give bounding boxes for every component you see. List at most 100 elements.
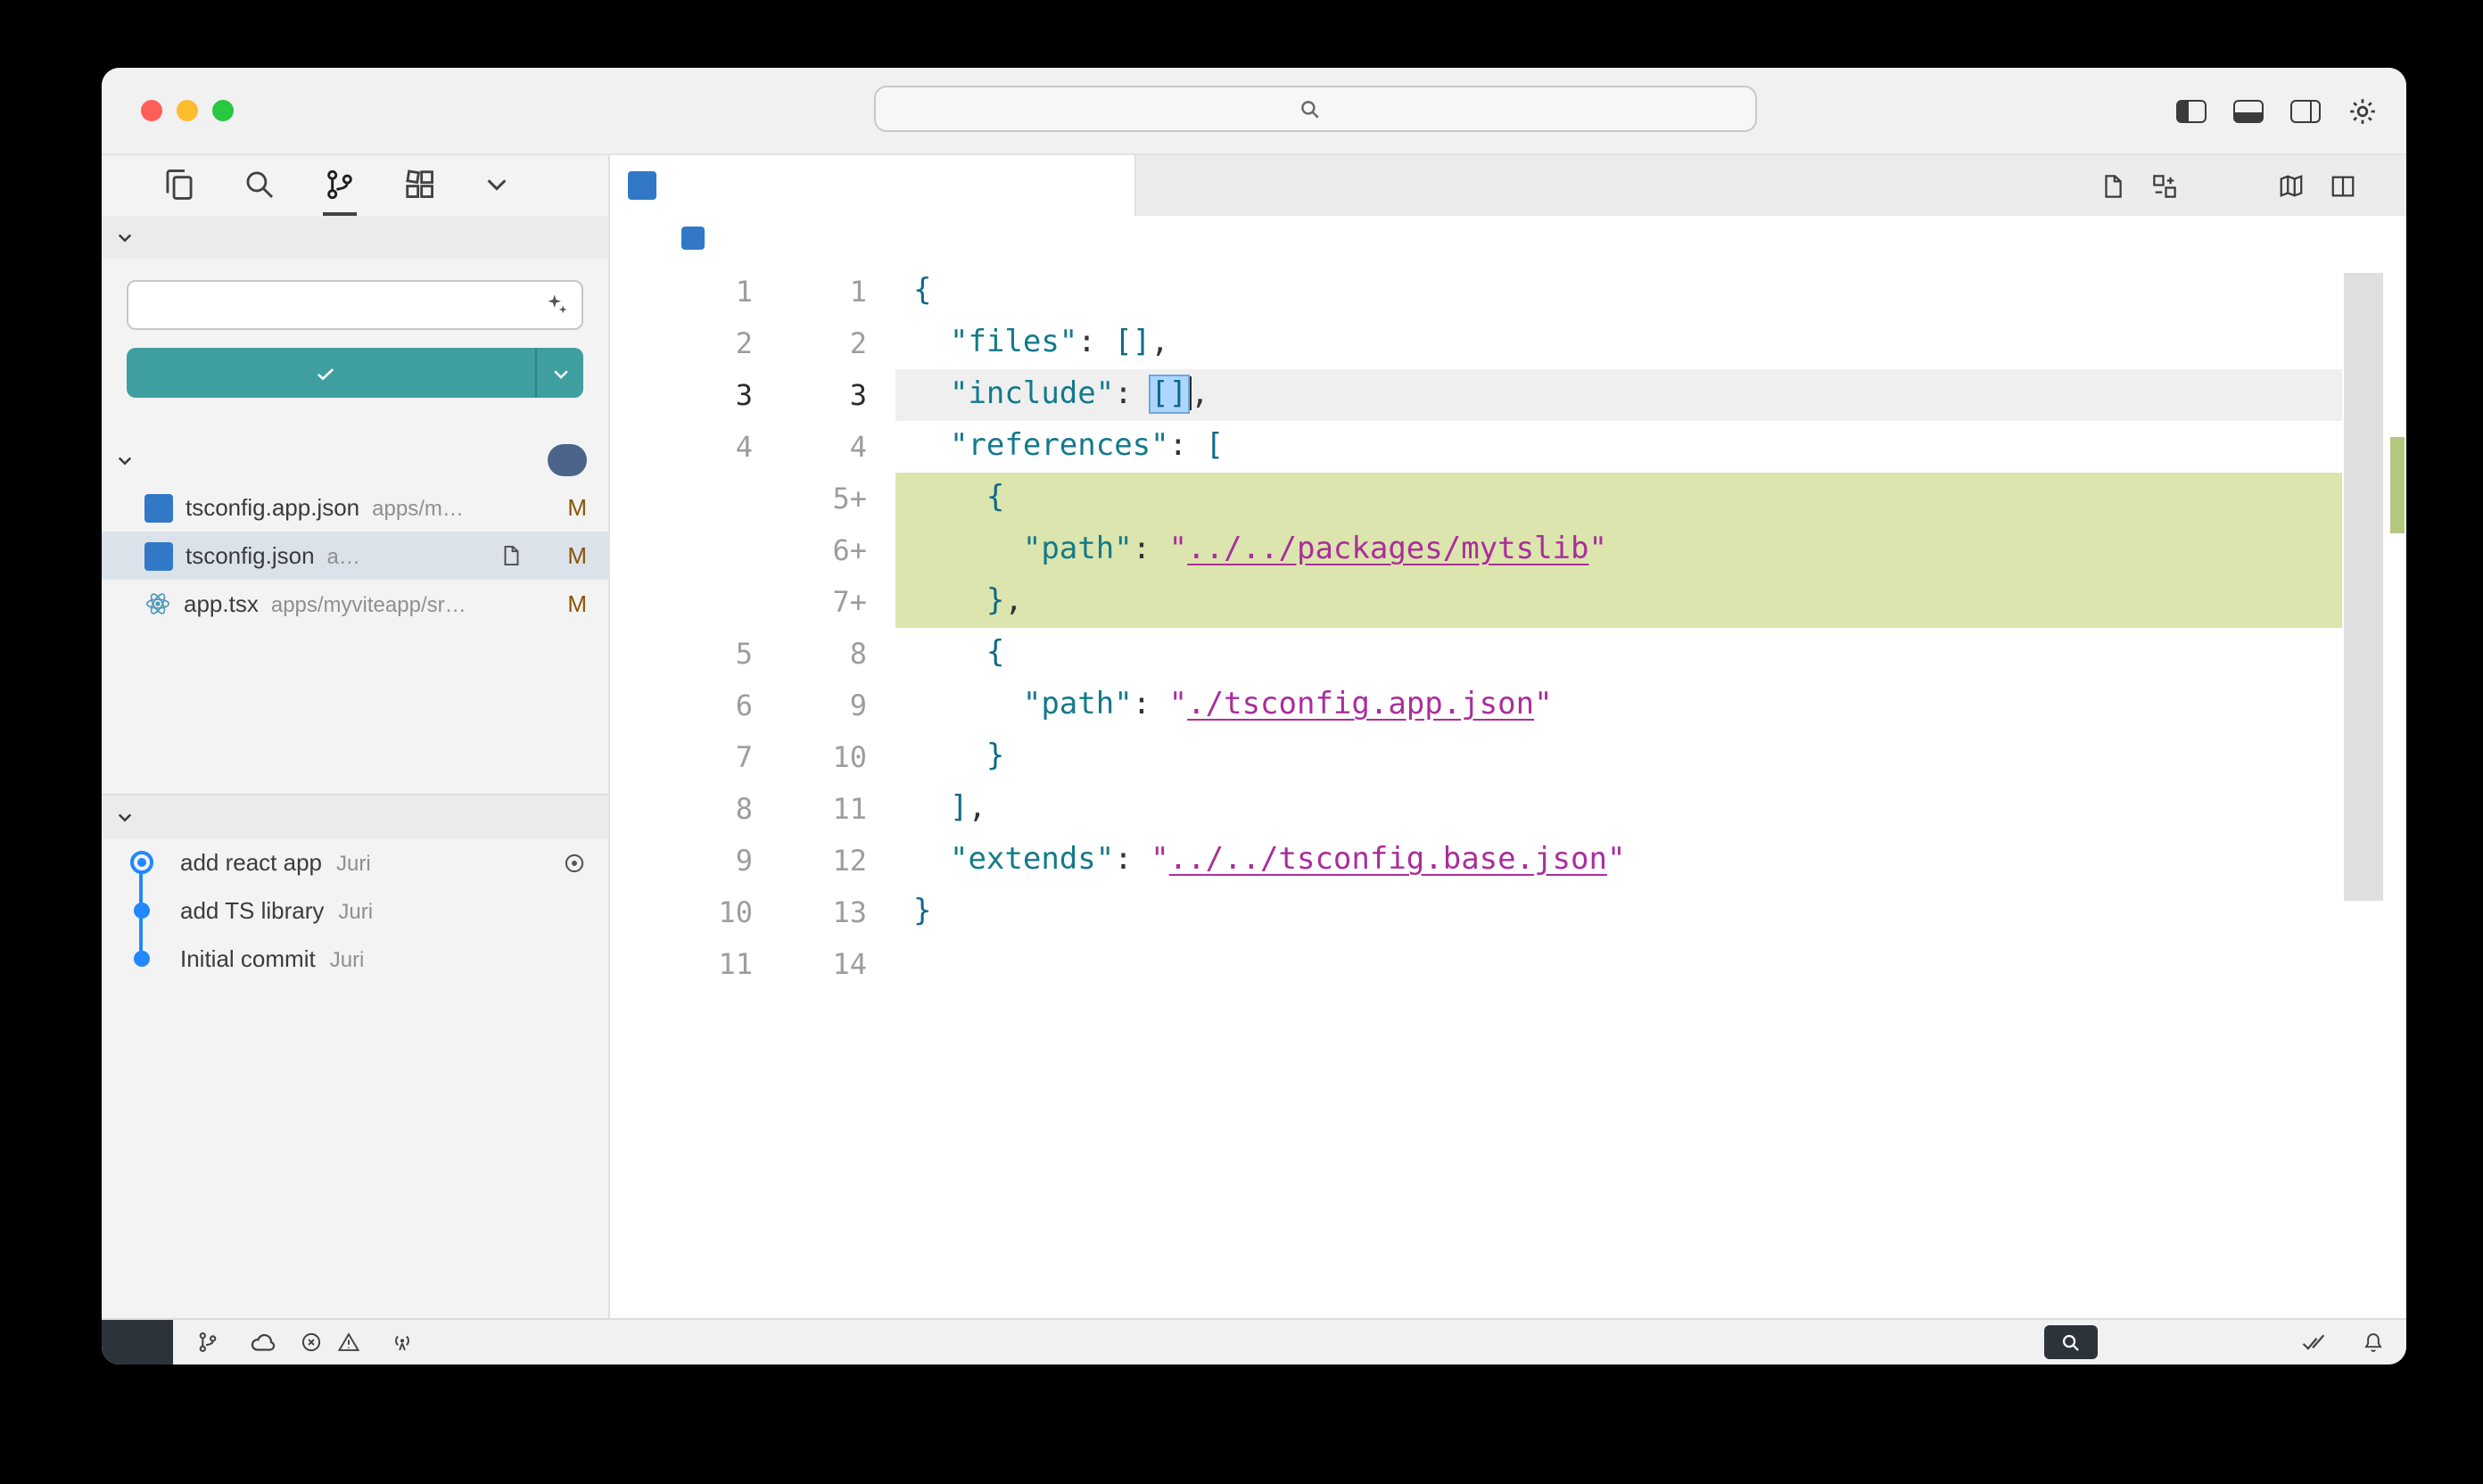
modified-line-number: 8: [753, 628, 867, 680]
code-line[interactable]: 11{: [610, 266, 2406, 317]
commit-dot-icon: [133, 951, 149, 967]
modified-line-number: 2: [753, 317, 867, 369]
title-bar[interactable]: [102, 68, 2406, 155]
modified-line-number: 7+: [753, 576, 867, 628]
commit-message-input[interactable]: [127, 280, 583, 330]
commit-dot-icon: [133, 903, 149, 919]
original-line-number: [610, 576, 753, 628]
close-window-button[interactable]: [141, 100, 162, 121]
activity-bar: [102, 155, 608, 216]
code-line[interactable]: 22 "files": [],: [610, 317, 2406, 369]
code-text: }: [867, 886, 2406, 938]
editor-group: 11{22 "files": [],33 "include": [],44 "r…: [610, 155, 2406, 1318]
commit-button[interactable]: [127, 348, 535, 398]
code-text: {: [867, 628, 2406, 680]
toggle-panel-button[interactable]: [2233, 99, 2264, 122]
chevron-down-icon: [116, 808, 134, 826]
modified-line-number: 9: [753, 680, 867, 731]
commit-target-icon[interactable]: [562, 850, 587, 875]
typescript-icon: [144, 493, 173, 522]
typescript-icon: [144, 541, 173, 570]
split-editor-icon[interactable]: [2330, 172, 2356, 199]
sync-changes-button[interactable]: [250, 1329, 276, 1356]
activity-search[interactable]: [243, 155, 276, 216]
code-line[interactable]: 44 "references": [: [610, 421, 2406, 473]
branch-indicator[interactable]: [196, 1331, 227, 1354]
formatter-indicator[interactable]: [2301, 1330, 2333, 1355]
original-line-number: 1: [610, 266, 753, 317]
map-icon[interactable]: [2278, 172, 2305, 199]
original-line-number: 10: [610, 886, 753, 938]
commit-dropdown-button[interactable]: [537, 348, 583, 398]
activity-extensions[interactable]: [403, 155, 437, 216]
activity-more-views[interactable]: [483, 155, 510, 216]
code-text: [867, 938, 2406, 990]
react-icon: [144, 590, 171, 617]
radio-tower-icon: [391, 1331, 414, 1354]
code-rows: 11{22 "files": [],33 "include": [],44 "r…: [610, 266, 2406, 990]
file-path: apps/m…: [372, 495, 464, 520]
code-line[interactable]: 6+ "path": "../../packages/mytslib": [610, 524, 2406, 576]
commit-row[interactable]: Initial commitJuri: [102, 935, 608, 983]
original-line-number: 5: [610, 628, 753, 680]
minimize-window-button[interactable]: [177, 100, 198, 121]
toggle-secondary-sidebar-button[interactable]: [2290, 99, 2321, 122]
toggle-primary-sidebar-button[interactable]: [2176, 99, 2207, 122]
chevron-down-icon: [483, 170, 510, 197]
changes-list: tsconfig.app.jsonapps/m…Mtsconfig.jsona……: [102, 483, 608, 628]
breadcrumb: [610, 216, 2406, 259]
code-line[interactable]: 1114: [610, 938, 2406, 990]
open-file-icon[interactable]: [2099, 172, 2126, 199]
source-control-section-header[interactable]: [102, 216, 608, 259]
code-line[interactable]: 7+ },: [610, 576, 2406, 628]
ports-indicator[interactable]: [391, 1331, 421, 1354]
search-command-center[interactable]: [874, 86, 1757, 132]
code-line[interactable]: 58 {: [610, 628, 2406, 680]
changes-section-header[interactable]: [102, 437, 608, 483]
modified-line-number: 11: [753, 783, 867, 835]
commit-row[interactable]: add react appJuri: [102, 838, 608, 886]
maximize-window-button[interactable]: [212, 100, 234, 121]
code-line[interactable]: 710 }: [610, 731, 2406, 783]
code-line[interactable]: 5+ {: [610, 473, 2406, 524]
commit-row-actions: [562, 850, 587, 875]
remote-indicator[interactable]: [102, 1320, 173, 1364]
settings-gear-icon[interactable]: [2347, 95, 2378, 126]
commit-dot-column: [102, 851, 180, 874]
typescript-icon: [681, 226, 705, 249]
file-row-right: M: [557, 590, 587, 617]
commit-row[interactable]: add TS libraryJuri: [102, 886, 608, 935]
scm-file-row[interactable]: app.tsxapps/myviteapp/sr…M: [102, 580, 608, 628]
source-control-graph-header[interactable]: [102, 794, 608, 838]
sparkle-icon[interactable]: [546, 293, 569, 316]
tab-tsconfig-working-tree[interactable]: [610, 155, 1136, 216]
code-line[interactable]: 811 ],: [610, 783, 2406, 835]
titlebar-actions: [2176, 68, 2378, 153]
source-control-branch-icon: [323, 167, 357, 201]
code-line[interactable]: 33 "include": [],: [610, 369, 2406, 421]
chevron-down-icon: [550, 363, 570, 383]
activity-source-control[interactable]: [323, 155, 357, 216]
commit-dot-column: [102, 903, 180, 919]
workbench: tsconfig.app.jsonapps/m…Mtsconfig.jsona……: [102, 155, 2406, 1318]
notifications-bell[interactable]: [2362, 1331, 2385, 1354]
scm-file-row[interactable]: tsconfig.app.jsonapps/m…M: [102, 483, 608, 532]
extensions-icon: [403, 167, 437, 201]
window-controls: [141, 100, 234, 121]
editor-pane[interactable]: 11{22 "files": [],33 "include": [],44 "r…: [610, 259, 2406, 1318]
commit-message: add react app: [180, 849, 322, 876]
open-changes-icon[interactable]: [2151, 172, 2178, 199]
original-line-number: [610, 524, 753, 576]
code-line[interactable]: 1013}: [610, 886, 2406, 938]
zoom-indicator[interactable]: [2044, 1325, 2098, 1359]
problems-indicator[interactable]: [300, 1331, 367, 1354]
cloud-icon: [250, 1329, 276, 1356]
code-text: },: [867, 576, 2406, 628]
activity-explorer[interactable]: [162, 155, 196, 216]
scm-file-row[interactable]: tsconfig.jsona…M: [102, 532, 608, 580]
code-line[interactable]: 69 "path": "./tsconfig.app.json": [610, 680, 2406, 731]
code-line[interactable]: 912 "extends": "../../tsconfig.base.json…: [610, 835, 2406, 886]
open-file-icon[interactable]: [499, 544, 523, 567]
file-row-right: M: [489, 542, 587, 569]
branch-icon: [196, 1331, 219, 1354]
